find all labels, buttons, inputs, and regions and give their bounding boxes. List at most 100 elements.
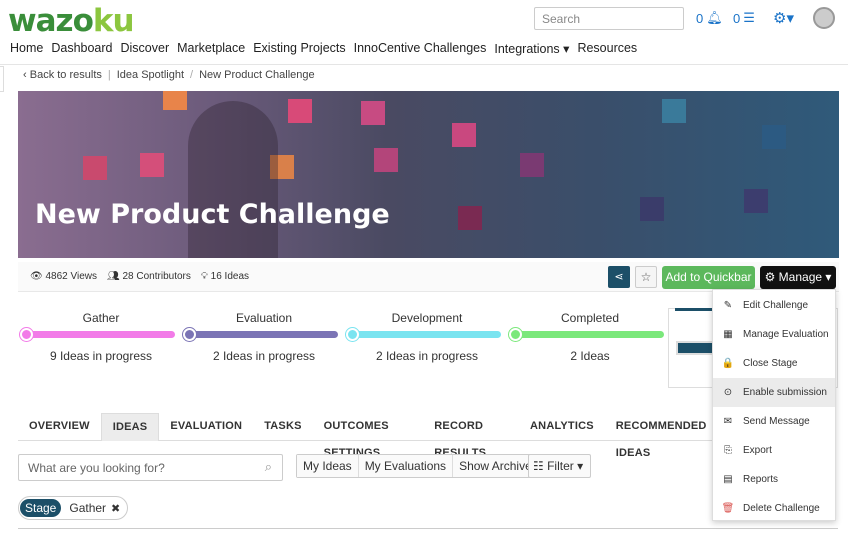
stage-bar [512, 331, 664, 338]
list-icon: ☰ [743, 10, 755, 25]
chip-label: Stage [20, 499, 62, 517]
menu-item-enable-submission[interactable]: ⊙ Enable submission [713, 378, 835, 407]
breadcrumb-current: New Product Challenge [199, 69, 315, 81]
tab-outcomes-settings[interactable]: OUTCOMES SETTINGS [313, 413, 424, 459]
tab-ideas[interactable]: IDEAS [100, 413, 160, 441]
menu-item-manage-evaluation[interactable]: ▦ Manage Evaluation [713, 320, 835, 349]
bell-icon: 🔔︎ [706, 10, 723, 25]
notifications-button[interactable]: 0 🔔︎ [696, 10, 723, 26]
menu-item-export[interactable]: ⎘ Export [713, 436, 835, 465]
tab-evaluation[interactable]: EVALUATION [159, 413, 253, 441]
manage-button[interactable]: ⚙ Manage ▾ [760, 266, 836, 289]
nav-home[interactable]: Home [10, 41, 43, 56]
stage-marker [20, 328, 33, 341]
challenge-banner: New Product Challenge [18, 91, 839, 258]
contributors-label: 28 Contributors [122, 271, 191, 282]
sticky-note-decor [640, 197, 664, 221]
stage-name[interactable]: Development [347, 311, 507, 325]
stage-name[interactable]: Evaluation [184, 311, 344, 325]
my-evaluations-button[interactable]: My Evaluations [358, 455, 454, 477]
tab-tasks[interactable]: TASKS [253, 413, 312, 441]
nav-marketplace[interactable]: Marketplace [177, 41, 245, 56]
share-icon: ⋖ [614, 271, 624, 283]
search-icon: ⌕ [264, 459, 272, 474]
menu-item-label: Manage Evaluation [743, 329, 829, 340]
sticky-note-decor [163, 91, 187, 110]
messages-button[interactable]: 0 ☰ [733, 10, 755, 26]
breadcrumb-section[interactable]: Idea Spotlight [117, 69, 184, 81]
breadcrumb-separator: | [107, 69, 111, 81]
filter-button[interactable]: ☷ Filter ▾ [528, 454, 591, 478]
avatar[interactable] [813, 7, 835, 29]
share-button[interactable]: ⋖ [608, 266, 630, 288]
main-nav: Home Dashboard Discover Marketplace Exis… [10, 41, 645, 56]
tab-overview[interactable]: OVERVIEW [18, 413, 101, 441]
logo-text: wazo [8, 3, 94, 39]
caret-down-icon: ▾ [573, 459, 584, 473]
stage-marker [509, 328, 522, 341]
sticky-note-decor [744, 189, 768, 213]
menu-item-label: Reports [743, 474, 779, 485]
menu-item-label: Close Stage [743, 358, 798, 369]
add-to-quickbar-button[interactable]: Add to Quickbar [662, 266, 755, 289]
back-link[interactable]: ‹ Back to results [23, 69, 102, 81]
trash-icon: 🗑 [721, 503, 735, 514]
nav-innocentive[interactable]: InnoCentive Challenges [354, 41, 487, 56]
menu-item-delete-challenge[interactable]: 🗑 Delete Challenge [713, 494, 835, 523]
export-icon: ⎘ [724, 445, 732, 456]
wazoku-logo[interactable]: wazoku [8, 3, 135, 39]
report-icon: ▤ [723, 474, 733, 485]
stage-bar [23, 331, 175, 338]
menu-item-edit-challenge[interactable]: ✎ Edit Challenge [713, 291, 835, 320]
sliders-icon: ☷ [533, 459, 548, 473]
menu-item-label: Export [743, 445, 772, 456]
menu-item-send-message[interactable]: ✉ Send Message [713, 407, 835, 436]
stage-bar [186, 331, 338, 338]
notifications-count: 0 [696, 10, 704, 26]
stage-idea-count: 9 Ideas in progress [49, 349, 153, 363]
search-input[interactable]: Search [534, 7, 684, 30]
manage-label: Manage [778, 270, 823, 284]
tab-analytics[interactable]: ANALYTICS [519, 413, 605, 441]
nav-discover[interactable]: Discover [121, 41, 170, 56]
ideas-search-input[interactable]: What are you looking for? ⌕ [18, 454, 283, 481]
sticky-note-decor [361, 101, 385, 125]
users-icon: 👥︎ [107, 271, 123, 282]
person-photo [188, 101, 278, 258]
settings-gear-icon[interactable]: ⚙▾ [773, 9, 794, 27]
divider [0, 64, 848, 65]
nav-resources[interactable]: Resources [577, 41, 637, 56]
sticky-note-decor [140, 153, 164, 177]
pencil-icon: ✎ [723, 300, 733, 311]
sidebar-toggle[interactable] [0, 66, 4, 92]
contributors-stat: 👥︎ 28 Contributors [107, 271, 191, 282]
nav-dashboard[interactable]: Dashboard [51, 41, 112, 56]
card-button[interactable] [676, 341, 716, 355]
menu-item-reports[interactable]: ▤ Reports [713, 465, 835, 494]
stats: 👁︎ 4862 Views 👥︎ 28 Contributors 💡︎ 16 I… [30, 271, 249, 282]
challenge-title: New Product Challenge [35, 199, 390, 230]
my-ideas-button[interactable]: My Ideas [297, 455, 359, 477]
sticky-note-decor [288, 99, 312, 123]
breadcrumb: ‹ Back to results | Idea Spotlight / New… [23, 69, 315, 81]
sticky-note-decor [520, 153, 544, 177]
tab-record-results[interactable]: RECORD RESULTS [423, 413, 519, 459]
nav-integrations[interactable]: Integrations ▾ [494, 41, 569, 56]
sticky-note-decor [762, 125, 786, 149]
chip-value: Gather [69, 501, 107, 515]
stage-marker [183, 328, 196, 341]
nav-existing-projects[interactable]: Existing Projects [253, 41, 345, 56]
tab-recommended-ideas[interactable]: RECOMMENDED IDEAS [605, 413, 718, 459]
ideas-stat: 💡︎ 16 Ideas [201, 271, 249, 282]
tab-bar: OVERVIEW IDEAS EVALUATION TASKS OUTCOMES SET… [18, 413, 718, 459]
menu-item-close-stage[interactable]: 🔒 Close Stage [713, 349, 835, 378]
stage-name[interactable]: Completed [510, 311, 670, 325]
stage-name[interactable]: Gather [21, 311, 181, 325]
menu-item-label: Edit Challenge [743, 300, 809, 311]
card-header-bar [675, 308, 715, 311]
menu-item-label: Send Message [743, 416, 810, 427]
grid-icon: ▦ [723, 329, 733, 340]
remove-chip-icon[interactable]: ✖ [111, 502, 127, 515]
favorite-button[interactable]: ☆ [635, 266, 657, 288]
filter-label: Filter [547, 459, 574, 473]
